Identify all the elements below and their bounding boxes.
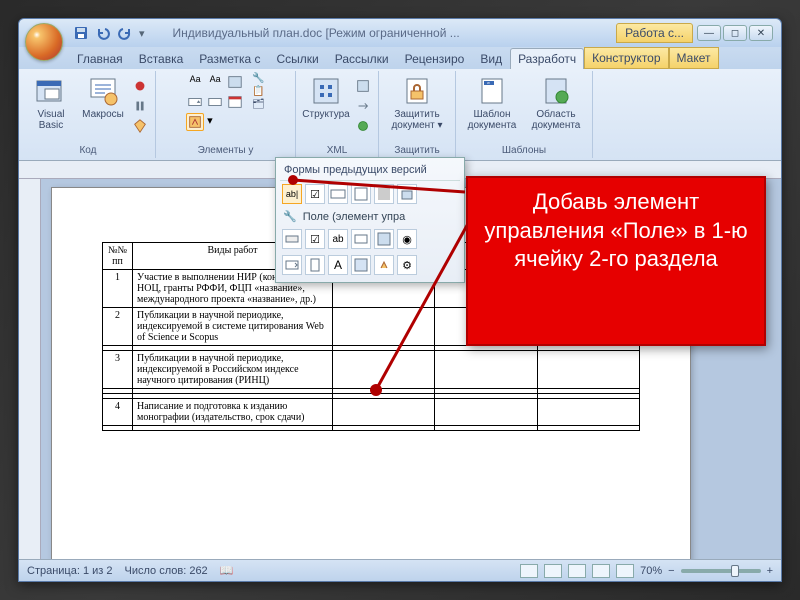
office-button[interactable] [25,23,63,61]
record-macro-icon[interactable] [131,77,149,95]
pause-macro-icon[interactable] [131,97,149,115]
ribbon-tabs: Главная Вставка Разметка с Ссылки Рассыл… [19,47,781,69]
design-mode-button[interactable]: 🔧 [252,73,265,84]
zoom-in-icon[interactable]: + [767,565,773,577]
status-page[interactable]: Страница: 1 из 2 [27,565,113,577]
tab-table-layout[interactable]: Макет [669,47,719,69]
group-code: Visual Basic Макросы Код [21,71,156,158]
picture-control-icon[interactable] [226,73,244,91]
tab-home[interactable]: Главная [69,48,131,69]
qat-more-icon[interactable]: ▾ [139,27,145,40]
tab-design[interactable]: Конструктор [584,47,668,69]
properties-button[interactable]: 📋 [252,86,265,97]
minimize-button[interactable]: — [697,25,721,41]
transform-icon[interactable] [354,97,372,115]
group-xml: Структура XML [296,71,379,158]
doc-area-label: Область документа [528,109,584,131]
group-protect-label: Защитить [394,143,439,156]
plaintext-control-icon[interactable]: Aa [206,73,224,91]
vertical-ruler[interactable] [19,179,41,559]
macro-security-icon[interactable] [131,117,149,135]
instruction-callout: Добавь элемент управления «Поле» в 1-ю я… [466,176,766,346]
group-templates: W Шаблон документа Область документа Шаб… [456,71,593,158]
group-templates-label: Шаблоны [502,143,546,156]
richtext-control-icon[interactable]: Aa [186,73,204,91]
macros-button[interactable]: Макросы [79,73,127,122]
group-button[interactable]: 🗂 [252,99,265,110]
redo-icon[interactable] [117,25,133,41]
structure-label: Структура [302,109,349,120]
save-icon[interactable] [73,25,89,41]
combobox-control-icon[interactable] [186,93,204,111]
tab-insert[interactable]: Вставка [131,48,192,69]
zoom-slider[interactable] [681,569,761,573]
view-reading[interactable] [544,564,562,578]
ribbon: Visual Basic Макросы Код Aa [19,69,781,161]
group-controls-label: Элементы у [198,143,254,156]
dropdown-control-icon[interactable] [206,93,224,111]
close-button[interactable]: ✕ [749,25,773,41]
callout-text: Добавь элемент управления «Поле» в 1-ю я… [484,189,747,271]
protect-doc-button[interactable]: Защитить документ ▾ [385,73,449,133]
protect-label: Защитить документ ▾ [387,109,447,131]
zoom-out-icon[interactable]: − [668,565,674,577]
tab-references[interactable]: Ссылки [269,48,327,69]
doc-panel-button[interactable]: Область документа [526,73,586,133]
tab-mailings[interactable]: Рассылки [327,48,397,69]
schema-icon[interactable] [354,77,372,95]
group-protect: Защитить документ ▾ Защитить [379,71,456,158]
titlebar: ▾ Индивидуальный план.doc [Режим огранич… [19,19,781,47]
statusbar: Страница: 1 из 2 Число слов: 262 📖 70% −… [19,559,781,581]
date-control-icon[interactable] [226,93,244,111]
contextual-tab-label[interactable]: Работа с... [616,23,693,43]
maximize-button[interactable]: ◻ [723,25,747,41]
structure-button[interactable]: Структура [302,73,350,122]
more-controls-icon[interactable]: ▾ [206,113,224,131]
svg-text:W: W [487,81,490,85]
vb-label: Visual Basic [29,109,73,131]
tab-view[interactable]: Вид [472,48,510,69]
undo-icon[interactable] [95,25,111,41]
window-title: Индивидуальный план.doc [Режим ограничен… [173,26,617,40]
quick-access-toolbar: ▾ [73,25,145,41]
view-print-layout[interactable] [520,564,538,578]
expansion-icon[interactable] [354,117,372,135]
status-lang-icon[interactable]: 📖 [220,564,234,577]
macros-label: Макросы [82,109,124,120]
view-draft[interactable] [616,564,634,578]
tab-developer[interactable]: Разработч [510,48,584,69]
tab-layout[interactable]: Разметка с [191,48,268,69]
legacy-tools-icon[interactable] [186,113,204,131]
view-outline[interactable] [592,564,610,578]
group-xml-label: XML [327,143,348,156]
status-words[interactable]: Число слов: 262 [125,565,208,577]
zoom-value[interactable]: 70% [640,565,662,577]
visual-basic-button[interactable]: Visual Basic [27,73,75,133]
doc-template-button[interactable]: W Шаблон документа [462,73,522,133]
group-controls: Aa Aa ▾ 🔧 📋 [156,71,296,158]
template-label: Шаблон документа [464,109,520,131]
tab-review[interactable]: Рецензиро [397,48,473,69]
group-code-label: Код [79,143,96,156]
col-num: №№ пп [103,243,133,270]
view-web[interactable] [568,564,586,578]
